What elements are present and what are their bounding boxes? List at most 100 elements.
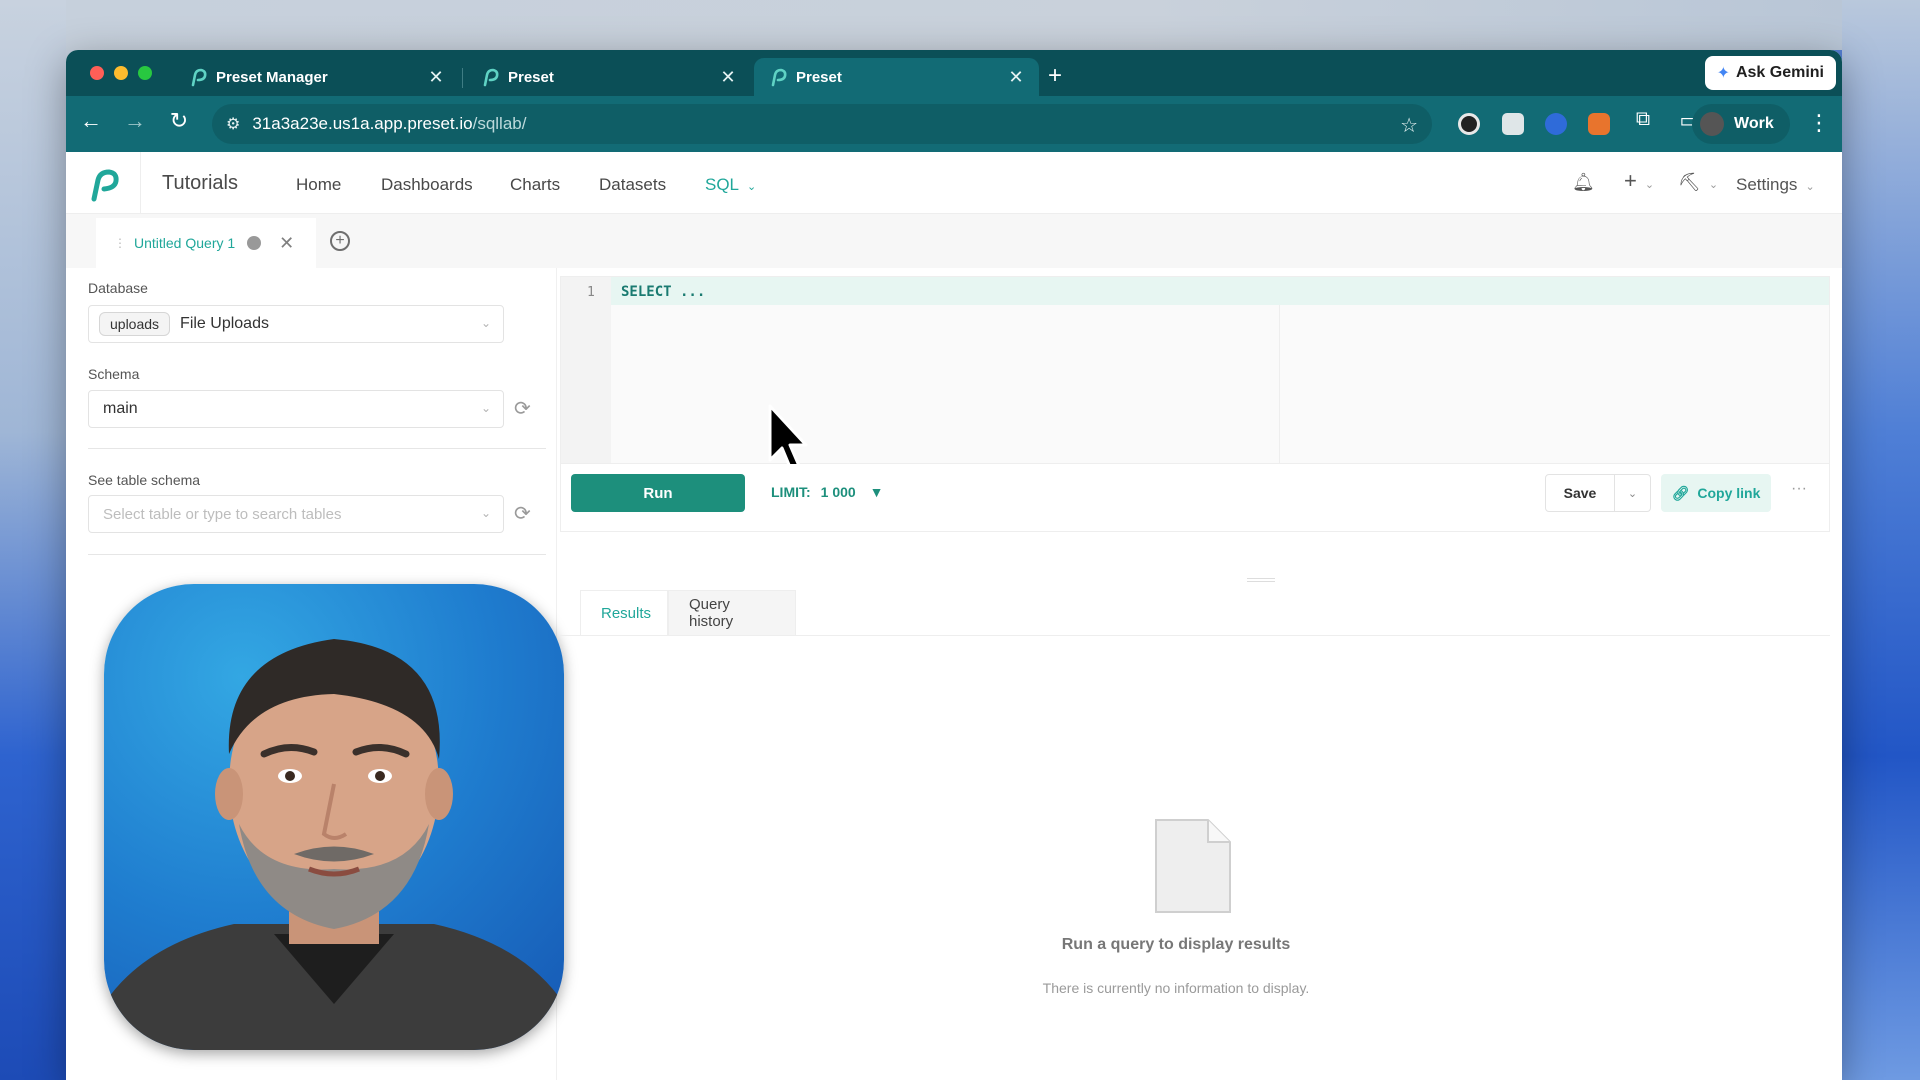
active-line-highlight (611, 277, 1829, 305)
address-bar[interactable]: ⚙ 31a3a23e.us1a.app.preset.io/sqllab/ ☆ (212, 104, 1432, 144)
nav-dashboards[interactable]: Dashboards (381, 175, 473, 195)
drag-handle-icon[interactable]: ⋮ (114, 236, 126, 250)
refresh-schemas-icon[interactable]: ⟳ (514, 396, 531, 421)
bookmark-star-icon[interactable]: ☆ (1400, 113, 1418, 138)
query-action-bar: Run LIMIT: 1 000 ▼ Save ⌄ 🔗︎ Copy link ··… (560, 464, 1830, 532)
editor-gutter (561, 277, 611, 463)
table-select-placeholder: Select table or type to search tables (103, 505, 342, 523)
empty-state-subtitle: There is currently no information to dis… (1042, 980, 1310, 996)
editor-print-margin (1279, 305, 1280, 463)
tab-title: Preset (796, 68, 842, 86)
tab-query-history[interactable]: Query history (668, 590, 796, 636)
database-select[interactable]: uploads File Uploads ⌄ (88, 305, 504, 343)
preset-favicon-icon (188, 67, 208, 87)
url-path: /sqllab/ (472, 114, 527, 133)
close-tab-icon[interactable]: ✕ (1007, 67, 1025, 88)
copy-link-button[interactable]: 🔗︎ Copy link (1661, 474, 1771, 512)
sql-editor[interactable]: 1 SELECT ... (560, 276, 1830, 464)
avatar (1700, 112, 1724, 136)
back-arrow-icon[interactable]: ← (76, 108, 106, 134)
browser-tab-preset-manager[interactable]: Preset Manager ✕ (174, 58, 459, 96)
paint-roller-icon[interactable]: ⛏ ⌄ (1678, 172, 1718, 193)
brand-divider (140, 152, 141, 214)
link-icon: 🔗︎ (1671, 484, 1690, 501)
site-settings-icon[interactable]: ⚙ (226, 114, 240, 134)
extension-password-icon[interactable] (1545, 113, 1567, 135)
browser-tab-preset-active[interactable]: Preset ✕ (754, 58, 1039, 96)
browser-menu-icon[interactable]: ⋮ (1808, 110, 1830, 136)
database-value: File Uploads (180, 315, 269, 332)
desktop-wallpaper-left (0, 0, 66, 1080)
bell-icon[interactable]: 🔔︎ (1572, 172, 1595, 193)
desktop-wallpaper-top (0, 0, 1920, 50)
gemini-sparkle-icon: ✦ (1716, 65, 1730, 82)
chevron-down-icon: ⌄ (1708, 179, 1719, 191)
refresh-tables-icon[interactable]: ⟳ (514, 501, 531, 526)
close-icon[interactable]: ✕ (279, 233, 294, 254)
add-query-tab-icon[interactable]: + (330, 231, 350, 251)
schema-select[interactable]: main ⌄ (88, 390, 504, 428)
workspace-name[interactable]: Tutorials (162, 172, 238, 195)
profile-label: Work (1734, 115, 1774, 132)
nav-sql-label: SQL (705, 175, 740, 194)
run-button[interactable]: Run (571, 474, 745, 512)
settings-label: Settings (1736, 175, 1798, 194)
close-tab-icon[interactable]: ✕ (719, 67, 737, 88)
extension-camera-icon[interactable] (1502, 113, 1524, 135)
maximize-window-button[interactable] (138, 66, 152, 80)
extensions-puzzle-icon[interactable]: ⧉ (1628, 108, 1658, 131)
limit-label: LIMIT: (771, 484, 811, 500)
plus-icon[interactable]: + ⌄ (1624, 168, 1654, 194)
ask-gemini-label: Ask Gemini (1735, 64, 1824, 81)
save-button[interactable]: Save (1545, 474, 1615, 512)
close-window-button[interactable] (90, 66, 104, 80)
extension-fox-icon[interactable] (1588, 113, 1610, 135)
divider (88, 448, 546, 449)
line-number: 1 (587, 285, 595, 300)
preset-favicon-icon (768, 67, 788, 87)
caret-down-icon: ▼ (869, 484, 884, 500)
query-status-dot (247, 236, 262, 250)
query-tabs-bar: ⋮ Untitled Query 1 ✕ + (66, 214, 1842, 268)
tab-title: Preset (508, 68, 554, 86)
settings-menu[interactable]: Settings ⌄ (1736, 175, 1815, 195)
copy-link-label: Copy link (1697, 485, 1761, 501)
preset-logo-icon[interactable] (86, 166, 122, 202)
limit-value: 1 000 (820, 484, 856, 500)
divider (88, 554, 546, 555)
more-actions-icon[interactable]: ··· (1791, 480, 1807, 498)
webcam-overlay (104, 584, 564, 1050)
minimize-window-button[interactable] (114, 66, 128, 80)
presenter-portrait (104, 639, 564, 1050)
sql-code[interactable]: SELECT ... (621, 284, 705, 300)
profile-button[interactable]: Work (1692, 104, 1790, 144)
ask-gemini-button[interactable]: ✦ Ask Gemini (1704, 56, 1836, 90)
extension-record-icon[interactable] (1458, 113, 1480, 135)
schema-value: main (103, 400, 138, 417)
chevron-down-icon: ⌄ (480, 506, 491, 520)
close-tab-icon[interactable]: ✕ (427, 67, 445, 88)
query-tab-title: Untitled Query 1 (134, 235, 236, 251)
browser-tab-preset[interactable]: Preset ✕ (466, 58, 751, 96)
save-dropdown-chevron-icon[interactable]: ⌄ (1615, 474, 1651, 512)
query-tab[interactable]: ⋮ Untitled Query 1 ✕ (96, 218, 316, 268)
pane-resize-handle[interactable] (1247, 578, 1275, 582)
forward-arrow-icon[interactable]: → (120, 108, 150, 134)
nav-sql[interactable]: SQL ⌄ (686, 175, 785, 218)
tab-title: Preset Manager (216, 68, 328, 86)
browser-toolbar: ← → ↻ ⚙ 31a3a23e.us1a.app.preset.io/sqll… (66, 96, 1842, 152)
nav-datasets[interactable]: Datasets (599, 175, 666, 195)
url-host: 31a3a23e.us1a.app.preset.io (252, 114, 473, 133)
preset-favicon-icon (480, 67, 500, 87)
nav-charts[interactable]: Charts (510, 175, 560, 195)
table-select[interactable]: Select table or type to search tables ⌄ (88, 495, 504, 533)
tab-results[interactable]: Results (580, 590, 668, 636)
reload-icon[interactable]: ↻ (164, 108, 194, 134)
limit-dropdown[interactable]: LIMIT: 1 000 ▼ (771, 484, 883, 500)
chevron-down-icon: ⌄ (1644, 179, 1655, 191)
chevron-down-icon: ⌄ (480, 316, 491, 330)
chevron-down-icon: ⌄ (747, 181, 757, 193)
nav-home[interactable]: Home (296, 175, 341, 195)
new-tab-button[interactable]: + (1048, 62, 1062, 90)
empty-document-icon (1152, 816, 1234, 916)
